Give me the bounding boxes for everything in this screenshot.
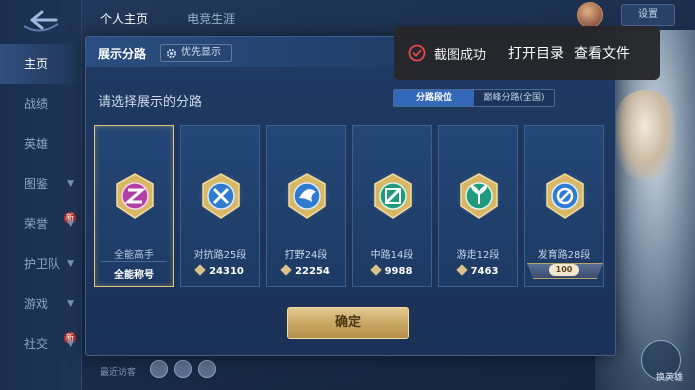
- gear-icon: [166, 48, 177, 59]
- tab-lane-rank[interactable]: 分路段位: [394, 90, 474, 106]
- all-rounder-icon: [113, 173, 157, 219]
- mid-lane-icon: [371, 173, 415, 219]
- tab-esports-career[interactable]: 电竞生涯: [187, 10, 235, 27]
- lane-score-value: 9988: [384, 266, 413, 277]
- open-directory-link[interactable]: 打开目录: [508, 43, 564, 63]
- visitor-avatar[interactable]: [150, 360, 168, 378]
- nav-label: 护卫队: [24, 257, 61, 271]
- lane-card-all-rounder[interactable]: 全能高手 全能称号: [94, 125, 174, 287]
- confirm-button[interactable]: 确定: [287, 307, 409, 339]
- nav-item-heroes[interactable]: 英雄: [0, 124, 82, 164]
- lane-card-clash[interactable]: 对抗路25段 24310: [180, 125, 260, 287]
- lane-score-value: 7463: [470, 266, 499, 277]
- jungle-icon: [285, 173, 329, 219]
- diamond-icon: [455, 264, 468, 276]
- toast-message: 截图成功: [434, 47, 487, 63]
- diamond-icon: [280, 264, 292, 276]
- left-nav: 主页 战绩 英雄 图鉴 ▼ 荣誉新 ▼ 护卫队 ▼ 游戏 ▼ 社交新 ▼: [0, 0, 82, 390]
- dialog-subtitle: 请选择展示的分路: [98, 95, 203, 110]
- card-divider: [101, 261, 167, 262]
- tab-profile[interactable]: 个人主页: [100, 10, 148, 27]
- lane-card-farm[interactable]: 发育路28段 100: [524, 125, 604, 287]
- lane-type-tabs: 分路段位 巅峰分路(全国): [393, 89, 555, 107]
- chevron-down-icon: ▼: [67, 259, 74, 269]
- priority-label: 优先显示: [181, 47, 221, 58]
- lane-name: 游走12段: [456, 250, 500, 261]
- visitor-avatar[interactable]: [174, 360, 192, 378]
- lane-card-jungle[interactable]: 打野24段 22254: [266, 125, 346, 287]
- nav-label: 英雄: [24, 137, 49, 151]
- nav-label: 主页: [24, 57, 49, 71]
- recent-visitors-label: 最近访客: [100, 368, 137, 378]
- nav-item-games[interactable]: 游戏 ▼: [0, 284, 82, 324]
- lane-score: 22254: [267, 264, 345, 277]
- check-circle-icon: [408, 44, 426, 62]
- back-arrow-icon[interactable]: [18, 8, 62, 32]
- lane-score-value: 22254: [295, 266, 330, 277]
- screenshot-toast: 截图成功 打开目录 查看文件: [394, 26, 660, 80]
- lane-score-value: 24310: [209, 266, 244, 277]
- view-file-link[interactable]: 查看文件: [574, 43, 630, 63]
- nav-label: 战绩: [24, 97, 49, 111]
- lane-name: 对抗路25段: [193, 250, 247, 261]
- roam-icon: [457, 173, 501, 219]
- nav-label: 荣誉: [24, 217, 49, 231]
- dialog-title: 展示分路: [98, 47, 147, 61]
- lane-display-dialog: 展示分路 优先显示 请选择展示的分路 分路段位 巅峰分路(全国) 全能高手 全能…: [85, 36, 616, 356]
- change-hero-label: 换英雄: [655, 373, 683, 383]
- nav-item-codex[interactable]: 图鉴 ▼: [0, 164, 82, 204]
- priority-display-toggle[interactable]: 优先显示: [160, 44, 232, 62]
- nav-item-record[interactable]: 战绩: [0, 84, 82, 124]
- top-tabs: 个人主页 电竞生涯: [100, 8, 269, 30]
- clash-lane-icon: [199, 173, 243, 219]
- visitor-avatar[interactable]: [198, 360, 216, 378]
- nav-label: 图鉴: [24, 177, 49, 191]
- lane-name: 发育路28段: [537, 250, 591, 261]
- lane-score: 24310: [181, 264, 259, 277]
- lane-name: 打野24段: [284, 250, 328, 261]
- lane-score: 7463: [439, 264, 517, 277]
- rank-ribbon-value: 100: [549, 264, 579, 276]
- nav-item-guard[interactable]: 护卫队 ▼: [0, 244, 82, 284]
- lane-card-roam[interactable]: 游走12段 7463: [438, 125, 518, 287]
- settings-button[interactable]: 设置: [621, 4, 675, 26]
- chevron-down-icon: ▼: [67, 339, 74, 349]
- all-rounder-title-label: 全能称号: [114, 270, 154, 281]
- lane-score: 9988: [353, 264, 431, 277]
- nav-item-social[interactable]: 社交新 ▼: [0, 324, 82, 364]
- avatar[interactable]: [577, 2, 603, 28]
- chevron-down-icon: ▼: [67, 179, 74, 189]
- diamond-icon: [369, 264, 382, 276]
- nav-label: 游戏: [24, 297, 49, 311]
- tab-peak-lane-national[interactable]: 巅峰分路(全国): [474, 90, 554, 106]
- lane-card-mid[interactable]: 中路14段 9988: [352, 125, 432, 287]
- nav-label: 社交: [24, 337, 49, 351]
- lane-name: 中路14段: [370, 250, 414, 261]
- nav-item-home[interactable]: 主页: [0, 44, 82, 84]
- chevron-down-icon: ▼: [67, 219, 74, 229]
- nav-list: 主页 战绩 英雄 图鉴 ▼ 荣誉新 ▼ 护卫队 ▼ 游戏 ▼ 社交新 ▼: [0, 44, 82, 364]
- farm-lane-icon: [543, 173, 587, 219]
- nav-item-honor[interactable]: 荣誉新 ▼: [0, 204, 82, 244]
- lane-name: 全能高手: [114, 250, 154, 261]
- diamond-icon: [194, 264, 206, 276]
- chevron-down-icon: ▼: [67, 299, 74, 309]
